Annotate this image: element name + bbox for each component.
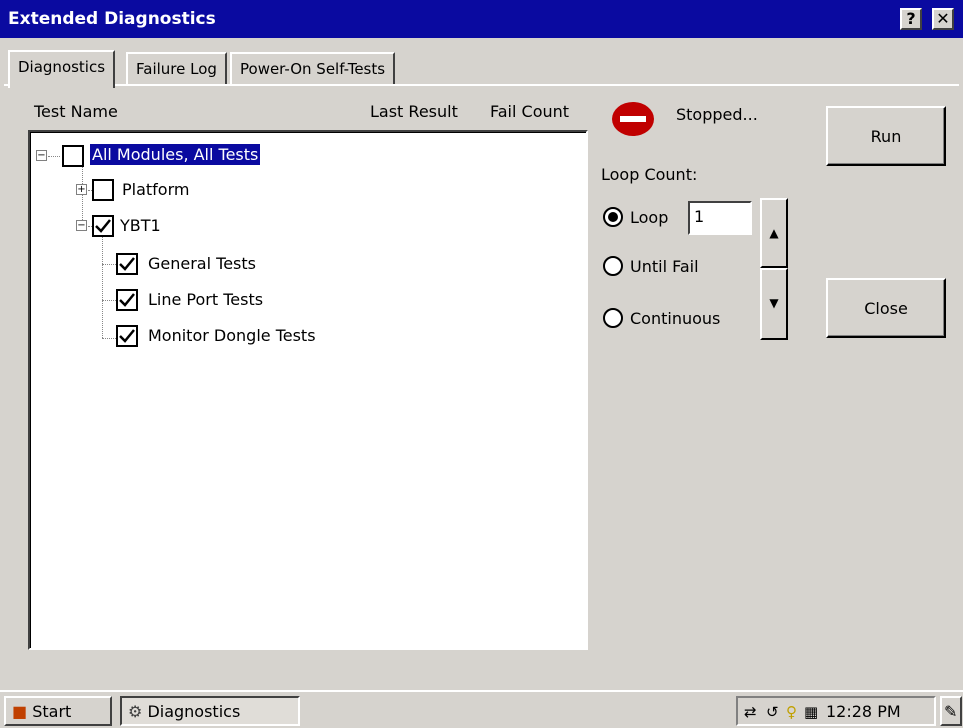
taskbar-app-label: Diagnostics (147, 702, 241, 721)
tree-node-label: General Tests (148, 254, 256, 273)
tree-node-line-port-tests[interactable]: Line Port Tests (116, 288, 376, 314)
close-window-button[interactable]: ✕ (932, 8, 954, 30)
tree-node-ybt1[interactable]: − YBT1 (76, 214, 276, 240)
title-bar: Extended Diagnostics ? ✕ (0, 0, 963, 38)
test-tree[interactable]: − All Modules, All Tests + Platform − YB… (28, 130, 588, 650)
collapse-icon[interactable]: − (36, 150, 47, 161)
status-text: Stopped... (676, 105, 758, 124)
tree-node-label: Line Port Tests (148, 290, 264, 309)
start-button[interactable]: ■ Start (4, 696, 112, 726)
tree-line (102, 236, 103, 338)
loop-radio-label[interactable]: Loop (630, 208, 668, 227)
until-fail-radio-label[interactable]: Until Fail (630, 257, 699, 276)
taskbar-app-diagnostics[interactable]: ⚙ Diagnostics (120, 696, 300, 726)
lightbulb-icon[interactable]: ♀ (786, 703, 797, 721)
tree-node-label: All Modules, All Tests (90, 144, 261, 165)
desktop-icon[interactable]: ✎ (940, 696, 962, 726)
checkmark-icon (119, 293, 135, 307)
tree-node-monitor-dongle-tests[interactable]: Monitor Dongle Tests (116, 324, 416, 350)
tab-power-on-self-tests[interactable]: Power-On Self-Tests (230, 52, 396, 86)
tree-node-all-modules[interactable]: − All Modules, All Tests (36, 144, 316, 170)
tree-line (102, 338, 116, 339)
spin-down-button[interactable]: ▼ (760, 268, 788, 340)
clock: 12:28 PM (826, 702, 901, 721)
tab-failure-log[interactable]: Failure Log (126, 52, 227, 86)
system-tray: ⇄ ↺ ♀ ▦ 12:28 PM (736, 696, 936, 726)
column-header-fail-count[interactable]: Fail Count (490, 102, 569, 121)
stop-icon (612, 102, 654, 136)
diagnostics-app-icon: ⚙ (128, 702, 143, 721)
keyboard-icon[interactable]: ▦ (804, 703, 818, 721)
tab-diagnostics[interactable]: Diagnostics (8, 50, 116, 88)
help-button[interactable]: ? (900, 8, 922, 30)
tree-line (102, 300, 116, 301)
network-icon[interactable]: ⇄ (744, 703, 757, 721)
close-button[interactable]: Close (826, 278, 946, 338)
tree-node-label: Platform (122, 180, 190, 199)
column-header-last-result[interactable]: Last Result (370, 102, 458, 121)
start-label: Start (32, 702, 72, 721)
checkmark-icon (119, 257, 135, 271)
checkbox[interactable] (92, 179, 114, 201)
column-header-test-name[interactable]: Test Name (34, 102, 118, 121)
taskbar: ■ Start ⚙ Diagnostics ⇄ ↺ ♀ ▦ 12:28 PM ✎ (0, 690, 963, 728)
connection-icon[interactable]: ↺ (766, 703, 779, 721)
checkbox-checked[interactable] (92, 215, 114, 237)
window-title: Extended Diagnostics (8, 9, 216, 29)
expand-icon[interactable]: + (76, 184, 87, 195)
checkbox[interactable] (62, 145, 84, 167)
checkbox-checked[interactable] (116, 325, 138, 347)
until-fail-radio[interactable] (603, 256, 623, 276)
checkbox-checked[interactable] (116, 253, 138, 275)
checkmark-icon (95, 219, 111, 233)
tree-node-label: YBT1 (120, 216, 161, 235)
loop-count-input[interactable]: 1 (688, 201, 752, 235)
tree-node-general-tests[interactable]: General Tests (116, 252, 376, 278)
windows-logo-icon: ■ (12, 702, 28, 721)
continuous-radio-label[interactable]: Continuous (630, 309, 720, 328)
spin-up-button[interactable]: ▲ (760, 198, 788, 268)
tree-node-platform[interactable]: + Platform (76, 178, 276, 204)
checkmark-icon (119, 329, 135, 343)
continuous-radio[interactable] (603, 308, 623, 328)
tree-node-label: Monitor Dongle Tests (148, 326, 316, 345)
run-button[interactable]: Run (826, 106, 946, 166)
loop-radio[interactable] (603, 207, 623, 227)
collapse-icon[interactable]: − (76, 220, 87, 231)
loop-count-label: Loop Count: (601, 165, 698, 184)
checkbox-checked[interactable] (116, 289, 138, 311)
tree-line (102, 264, 116, 265)
